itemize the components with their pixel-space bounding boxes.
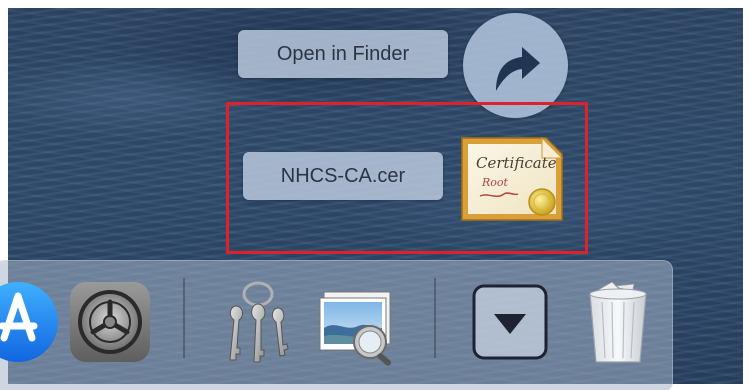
downloads-stack-icon — [472, 284, 548, 360]
dock-item-downloads[interactable] — [464, 276, 556, 368]
open-in-finder-label[interactable]: Open in Finder — [238, 30, 448, 78]
preview-icon — [319, 291, 392, 366]
screenshot-frame: Open in Finder NHCS-CA.cer Certificate R… — [0, 0, 751, 390]
dock-item-app-store[interactable] — [0, 276, 64, 368]
dock-item-trash[interactable] — [572, 276, 664, 368]
open-in-finder-text: Open in Finder — [276, 42, 410, 65]
certificate-file-icon[interactable]: Certificate Root — [458, 134, 568, 224]
app-store-icon — [0, 282, 58, 362]
dock-item-keychain-access[interactable] — [212, 276, 304, 368]
certificate-title-text: Certificate — [476, 154, 557, 172]
dock-item-system-preferences[interactable] — [64, 276, 156, 368]
dock-separator — [434, 278, 436, 358]
curved-arrow-icon — [495, 46, 540, 91]
system-preferences-icon — [70, 282, 150, 362]
dock-separator — [183, 278, 185, 358]
trash-icon — [589, 281, 647, 363]
keychain-access-icon — [229, 281, 289, 363]
certificate-root-text: Root — [481, 176, 509, 189]
file-name-label[interactable]: NHCS-CA.cer — [243, 152, 443, 200]
file-name-text: NHCS-CA.cer — [280, 164, 406, 187]
dock-item-preview[interactable] — [310, 276, 402, 368]
